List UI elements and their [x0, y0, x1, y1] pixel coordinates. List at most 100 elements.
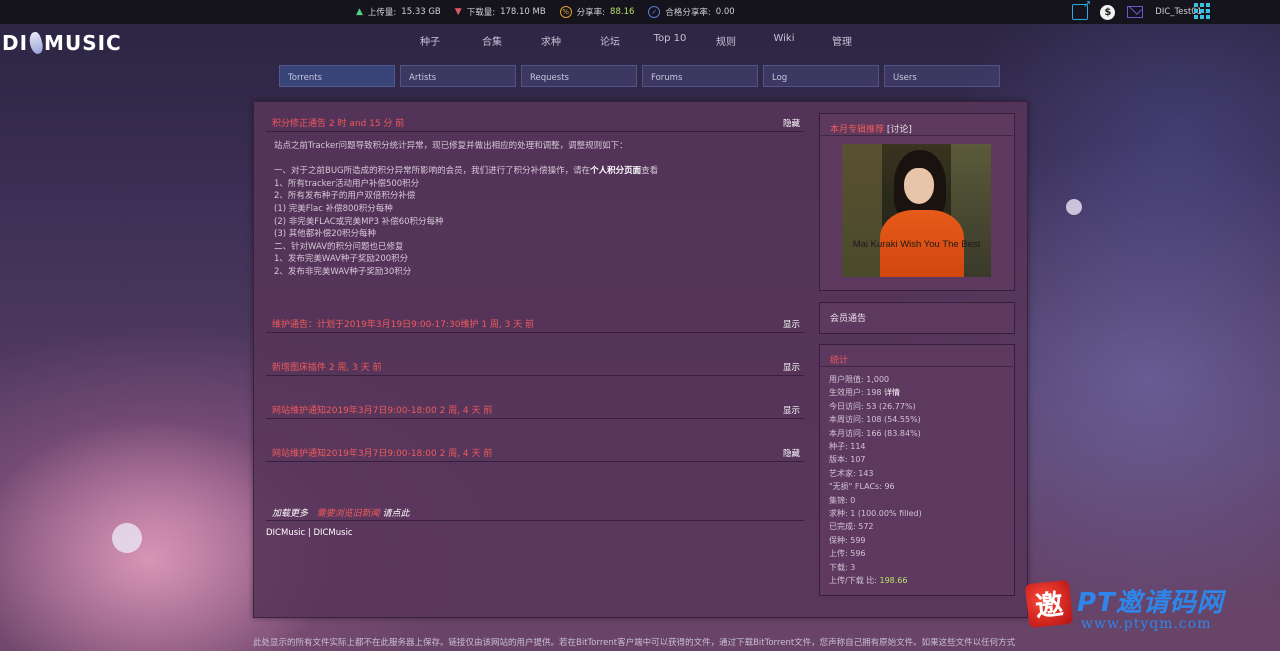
download-value: 178.10 MB [500, 7, 546, 17]
news-header: 维护通告：计划于2019年3月19日9:00-17:30维护 1 周, 3 天 … [266, 315, 804, 333]
news-body: 站点之前Tracker问题导致积分统计异常，现已修复并做出相应的处理和调整，调整… [266, 132, 804, 279]
news-text: 一、对于之前BUG所造成的积分异常所影响的会员，我们进行了积分补偿操作，请在个人… [274, 166, 659, 177]
stat-row: 本周访问: 108 (54.55%) [829, 415, 921, 425]
nav-item-rules[interactable]: 规则 [704, 33, 748, 48]
news-title[interactable]: 网站维护通知2019年3月7日9:00-18:00 2 周, 4 天 前 [272, 403, 492, 416]
watermark: 邀 PT邀请码网 www.ptyqm.com [1024, 579, 1275, 635]
subnav-users[interactable]: Users [884, 65, 1000, 87]
news-toggle-button[interactable]: 显示 [783, 404, 800, 416]
news-toggle-button[interactable]: 显示 [783, 318, 800, 330]
external-link-icon[interactable] [1072, 0, 1091, 20]
news-text: 2、所有发布种子的用户双倍积分补偿 [274, 191, 416, 202]
stats-list: 用户限值: 1,000 生效用户: 198 详情 今日访问: 53 (26.77… [820, 367, 1014, 588]
stat-row: 上传/下载 比: 198.66 [829, 576, 908, 586]
news-title[interactable]: 维护通告：计划于2019年3月19日9:00-17:30维护 1 周, 3 天 … [272, 317, 534, 330]
subnav-torrents[interactable]: Torrents [279, 65, 395, 87]
news-text: 1、所有tracker活动用户补偿500积分 [274, 178, 420, 189]
stat-row: 保种: 599 [829, 535, 866, 545]
points-page-link[interactable]: 个人积分页面 [590, 166, 641, 176]
stat-row: 生效用户: 198 详情 [829, 388, 901, 398]
nav-item-admin[interactable]: 管理 [820, 33, 864, 48]
nav-item-torrents[interactable]: 种子 [408, 33, 452, 48]
stat-row: 种子: 114 [829, 442, 866, 452]
album-box-title[interactable]: 本月专辑推荐 [830, 125, 884, 135]
news-text: (3) 其他都补偿20积分每种 [274, 229, 377, 240]
news-toggle-button[interactable]: 显示 [783, 361, 800, 373]
stat-row: 上传: 596 [829, 549, 866, 559]
top-bar: ▲ 上传量: 15.33 GB ▼ 下载量: 178.10 MB % 分享率: … [0, 0, 1280, 24]
news-item: 网站维护通知2019年3月7日9:00-18:00 2 周, 4 天 前 隐藏 [266, 444, 804, 462]
subnav-log[interactable]: Log [763, 65, 879, 87]
nav-item-collections[interactable]: 合集 [470, 33, 514, 48]
load-more-label: 加载更多 [272, 509, 309, 519]
stat-row: 本月访问: 166 (83.84%) [829, 428, 921, 438]
nav-item-wiki[interactable]: Wiki [762, 33, 806, 48]
footer-disclaimer: 此处显示的所有文件实际上都不在此服务器上保存。链接仅由该网站的用户提供。若在Bi… [253, 638, 1016, 648]
main-nav: 种子 合集 求种 论坛 Top 10 规则 Wiki 管理 [408, 33, 864, 48]
member-notice-title[interactable]: 会员通告 [830, 314, 866, 324]
watermark-text: PT邀请码网 [1077, 588, 1224, 618]
inbox-mail-icon[interactable] [1127, 6, 1144, 18]
subnav-forums[interactable]: Forums [642, 65, 758, 87]
album-cover-image[interactable]: Mai Kuraki Wish You The Best [842, 144, 991, 277]
news-header: 网站维护通知2019年3月7日9:00-18:00 2 周, 4 天 前 隐藏 [266, 444, 804, 462]
news-title[interactable]: 新增图床插件 2 周, 3 天 前 [272, 360, 382, 373]
news-title[interactable]: 网站维护通知2019年3月7日9:00-18:00 2 周, 4 天 前 [272, 446, 492, 459]
news-item: 网站维护通知2019年3月7日9:00-18:00 2 周, 4 天 前 显示 [266, 401, 804, 419]
logo-text-right: MUSIC [44, 31, 122, 55]
news-title[interactable]: 积分修正通告 2 时 and 15 分 前 [272, 116, 404, 129]
required-ratio-label: 合格分享率: [665, 8, 711, 18]
stats-title: 统计 [830, 356, 849, 366]
upload-stat: ▲ 上传量: 15.33 GB [356, 6, 441, 18]
watermark-seal: 邀 [1024, 579, 1074, 629]
stat-row: 已完成: 572 [829, 522, 874, 532]
news-item: 新增图床插件 2 周, 3 天 前 显示 [266, 358, 804, 376]
ratio-icon: % [559, 6, 572, 18]
album-discuss-link[interactable]: [讨论] [887, 125, 912, 135]
site-logo[interactable]: DI MUSIC [2, 30, 122, 56]
stats-header: 统计 [821, 345, 1013, 367]
subnav-requests[interactable]: Requests [521, 65, 637, 87]
decor-bubble [1066, 199, 1082, 215]
user-stats: ▲ 上传量: 15.33 GB ▼ 下载量: 178.10 MB % 分享率: … [356, 0, 735, 24]
member-notice-box: 会员通告 [819, 302, 1015, 334]
load-more: 加载更多 需要浏览旧新闻 请点此 [272, 506, 410, 519]
news-toggle-button[interactable]: 隐藏 [783, 447, 800, 459]
required-ratio-value: 0.00 [715, 7, 735, 17]
subnav-artists[interactable]: Artists [400, 65, 516, 87]
stat-row: 今日访问: 53 (26.77%) [829, 401, 916, 411]
ratio-value: 88.16 [610, 7, 635, 17]
footer-links[interactable]: DICMusic | DICMusic [266, 528, 353, 538]
upload-label: 上传量: [367, 8, 397, 18]
news-item: 积分修正通告 2 时 and 15 分 前 隐藏 站点之前Tracker问题导致… [266, 114, 804, 279]
news-header: 新增图床插件 2 周, 3 天 前 显示 [266, 358, 804, 376]
apps-grid-icon[interactable] [1194, 3, 1210, 19]
ratio-label: 分享率: [576, 8, 606, 18]
dolphin-logo-icon [28, 30, 44, 56]
divider [266, 520, 804, 521]
news-text: 1、发布完美WAV种子奖励200积分 [274, 254, 409, 265]
users-details-link[interactable]: 详情 [884, 388, 900, 397]
stats-box: 统计 用户限值: 1,000 生效用户: 198 详情 今日访问: 53 (26… [819, 344, 1015, 596]
news-text: 二、针对WAV的积分问题也已修复 [274, 241, 404, 252]
decor-bubble [112, 523, 142, 553]
download-arrow-icon: ▼ [454, 7, 462, 17]
news-toggle-button[interactable]: 隐藏 [783, 117, 800, 129]
upload-value: 15.33 GB [401, 7, 441, 17]
news-text: (2) 非完美FLAC或完美MP3 补偿60积分每种 [274, 216, 444, 227]
nav-item-top10[interactable]: Top 10 [644, 33, 696, 48]
required-ratio-icon: ✓ [648, 6, 661, 18]
stat-row: 艺术家: 143 [829, 468, 874, 478]
download-label: 下载量: [466, 8, 496, 18]
nav-item-forums[interactable]: 论坛 [588, 33, 632, 48]
news-text: 2、发布非完美WAV种子奖励30积分 [274, 266, 412, 277]
stat-row: 用户限值: 1,000 [829, 375, 890, 384]
nav-item-requests[interactable]: 求种 [529, 33, 573, 48]
ratio-stat: % 分享率: 88.16 [559, 6, 635, 18]
top-right-tools: $ DIC_Test01 » [1072, 0, 1210, 24]
required-ratio-stat: ✓ 合格分享率: 0.00 [648, 6, 735, 18]
album-box-header: 本月专辑推荐 [讨论] [821, 114, 1013, 136]
sub-nav: Torrents Artists Requests Forums Log Use… [279, 65, 1000, 87]
bonus-dollar-icon[interactable]: $ [1100, 4, 1116, 20]
old-news-link[interactable]: 请点此 [383, 509, 410, 519]
